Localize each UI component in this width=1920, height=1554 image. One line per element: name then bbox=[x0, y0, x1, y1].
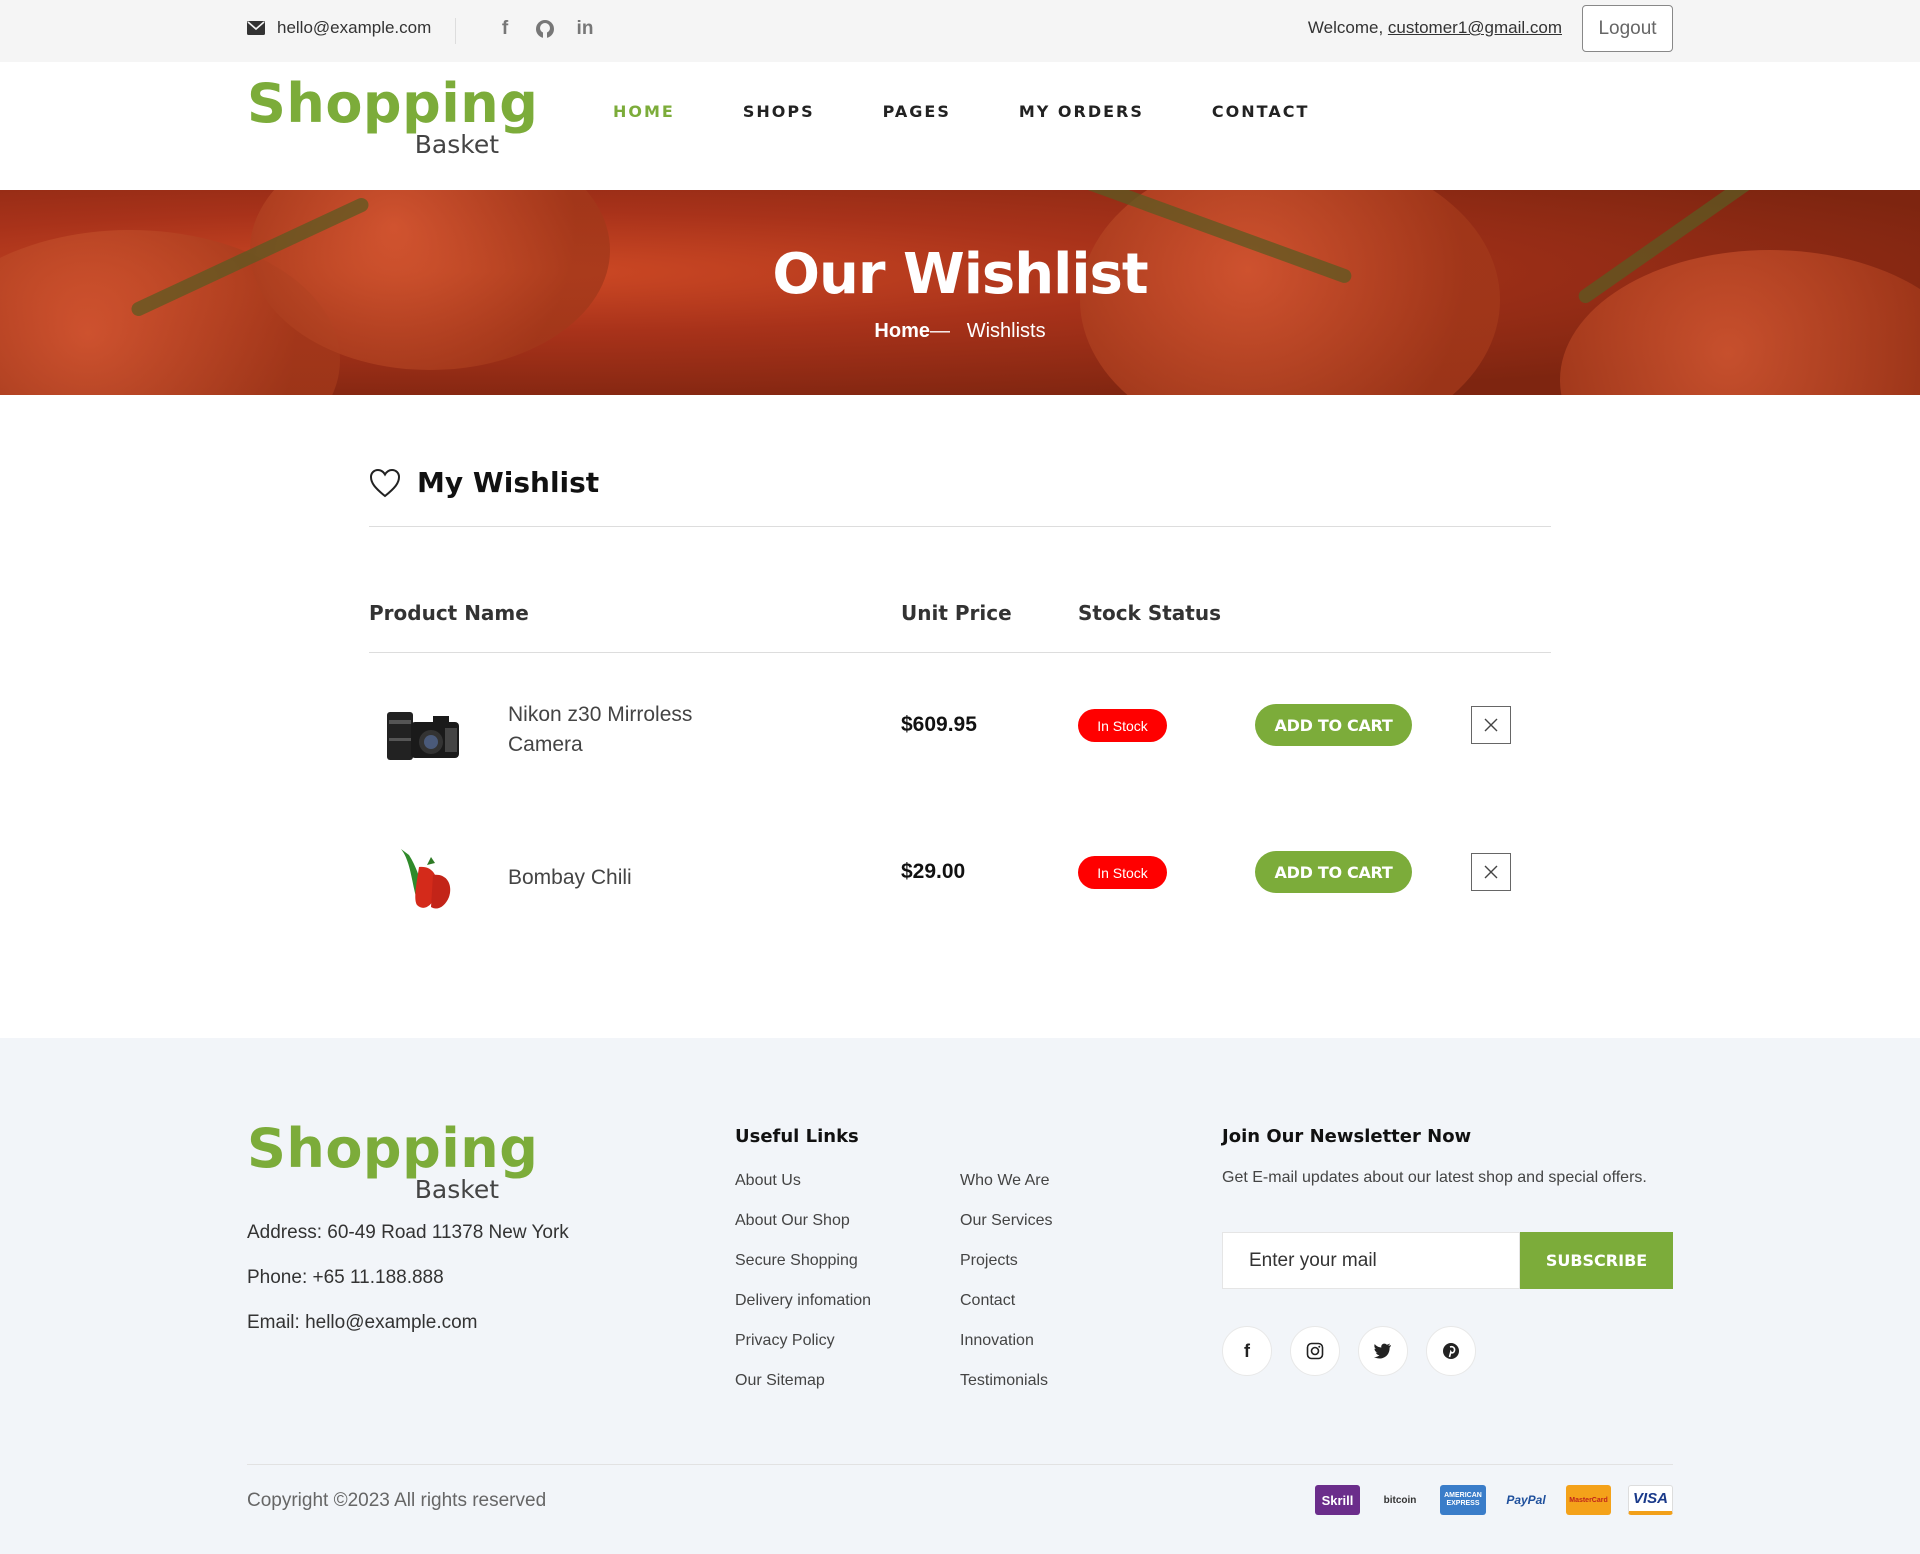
page-title: Our Wishlist bbox=[772, 242, 1148, 307]
product-image-camera[interactable] bbox=[379, 698, 479, 778]
footer-phone: Phone: +65 11.188.888 bbox=[247, 1267, 444, 1288]
remove-button[interactable] bbox=[1471, 706, 1511, 744]
footer-link[interactable]: Who We Are bbox=[960, 1172, 1050, 1190]
wishlist-row: Nikon z30 Mirroless Camera $609.95 In St… bbox=[369, 664, 1551, 784]
footer-divider bbox=[247, 1464, 1673, 1465]
amex-icon: AMERICAN EXPRESS bbox=[1440, 1485, 1486, 1515]
footer-link[interactable]: Innovation bbox=[960, 1332, 1034, 1350]
breadcrumb-home[interactable]: Home bbox=[874, 320, 930, 342]
footer: Shopping Basket Address: 60-49 Road 1137… bbox=[0, 1038, 1920, 1554]
newsletter-description: Get E-mail updates about our latest shop… bbox=[1222, 1169, 1647, 1186]
footer-logo-line1: Shopping bbox=[247, 1117, 539, 1180]
envelope-icon bbox=[247, 21, 265, 35]
remove-button[interactable] bbox=[1471, 853, 1511, 891]
welcome-prefix: Welcome, bbox=[1307, 18, 1388, 37]
nav-contact[interactable]: CONTACT bbox=[1212, 102, 1309, 121]
footer-link[interactable]: About Our Shop bbox=[735, 1212, 850, 1230]
brand-logo-line1: Shopping bbox=[247, 72, 539, 135]
wishlist-heading: My Wishlist bbox=[369, 466, 599, 499]
pinterest-icon[interactable] bbox=[1426, 1326, 1476, 1376]
col-header-stock: Stock Status bbox=[1078, 601, 1221, 625]
footer-link[interactable]: Testimonials bbox=[960, 1372, 1048, 1390]
instagram-icon[interactable] bbox=[1290, 1326, 1340, 1376]
page-banner: Our Wishlist Home— Wishlists bbox=[0, 190, 1920, 395]
footer-social: f bbox=[1222, 1326, 1476, 1376]
linkedin-icon[interactable]: in bbox=[574, 18, 596, 40]
product-image-chili[interactable] bbox=[379, 841, 479, 921]
twitter-icon[interactable] bbox=[1358, 1326, 1408, 1376]
stock-badge: In Stock bbox=[1078, 709, 1167, 742]
topbar-social: f in bbox=[494, 18, 596, 40]
nav-my-orders[interactable]: MY ORDERS bbox=[1019, 102, 1144, 121]
product-price: $609.95 bbox=[901, 713, 977, 736]
close-icon bbox=[1484, 718, 1498, 732]
paypal-icon: PayPal bbox=[1506, 1493, 1546, 1507]
product-name[interactable]: Nikon z30 Mirroless Camera bbox=[508, 700, 738, 760]
brand-logo-line2: Basket bbox=[414, 130, 499, 159]
main-nav: HOME SHOPS PAGES MY ORDERS CONTACT bbox=[613, 102, 1377, 121]
add-to-cart-button[interactable]: ADD TO CART bbox=[1255, 851, 1412, 893]
product-name[interactable]: Bombay Chili bbox=[508, 863, 738, 893]
copyright: Copyright ©2023 All rights reserved bbox=[247, 1490, 547, 1511]
heart-icon bbox=[369, 468, 401, 497]
useful-links-heading: Useful Links bbox=[735, 1126, 859, 1147]
footer-link[interactable]: Projects bbox=[960, 1252, 1018, 1270]
topbar-email[interactable]: hello@example.com bbox=[247, 18, 431, 38]
wishlist-title: My Wishlist bbox=[417, 466, 600, 499]
newsletter-heading: Join Our Newsletter Now bbox=[1222, 1126, 1472, 1147]
welcome-text: Welcome, customer1@gmail.com bbox=[1308, 18, 1562, 38]
user-email-link[interactable]: customer1@gmail.com bbox=[1388, 18, 1562, 37]
footer-link[interactable]: Privacy Policy bbox=[735, 1332, 835, 1350]
divider bbox=[369, 652, 1551, 653]
main-header: Shopping Basket HOME SHOPS PAGES MY ORDE… bbox=[0, 62, 1920, 190]
breadcrumb-separator: — bbox=[930, 320, 956, 342]
github-icon[interactable] bbox=[534, 18, 556, 40]
breadcrumb: Home— Wishlists bbox=[0, 320, 1920, 343]
footer-address: Address: 60-49 Road 11378 New York bbox=[247, 1222, 569, 1243]
brand-logo[interactable]: Shopping Basket bbox=[247, 72, 538, 162]
nav-pages[interactable]: PAGES bbox=[883, 102, 951, 121]
col-header-price: Unit Price bbox=[901, 601, 1012, 625]
stock-badge: In Stock bbox=[1078, 856, 1167, 889]
facebook-icon[interactable]: f bbox=[1222, 1326, 1272, 1376]
footer-logo[interactable]: Shopping Basket bbox=[247, 1117, 538, 1207]
product-price: $29.00 bbox=[901, 860, 966, 883]
footer-link[interactable]: About Us bbox=[735, 1172, 801, 1190]
newsletter-email-input[interactable]: Enter your mail bbox=[1222, 1232, 1520, 1289]
top-bar: hello@example.com f in Welcome, customer… bbox=[0, 0, 1920, 62]
footer-link[interactable]: Our Services bbox=[960, 1212, 1052, 1230]
col-header-product: Product Name bbox=[369, 601, 529, 625]
footer-link[interactable]: Contact bbox=[960, 1292, 1015, 1310]
footer-logo-line2: Basket bbox=[414, 1175, 499, 1204]
skrill-icon: Skrill bbox=[1315, 1485, 1360, 1515]
footer-link[interactable]: Our Sitemap bbox=[735, 1372, 825, 1390]
logout-button[interactable]: Logout bbox=[1582, 5, 1673, 52]
divider bbox=[369, 526, 1551, 527]
close-icon bbox=[1484, 865, 1498, 879]
facebook-icon[interactable]: f bbox=[494, 18, 516, 40]
footer-link[interactable]: Delivery infomation bbox=[735, 1292, 871, 1310]
footer-link[interactable]: Secure Shopping bbox=[735, 1252, 858, 1270]
add-to-cart-button[interactable]: ADD TO CART bbox=[1255, 704, 1412, 746]
bitcoin-icon: bitcoin bbox=[1383, 1494, 1417, 1506]
breadcrumb-current: Wishlists bbox=[966, 320, 1046, 342]
subscribe-button[interactable]: SUBSCRIBE bbox=[1520, 1232, 1673, 1289]
footer-email: Email: hello@example.com bbox=[247, 1312, 478, 1333]
visa-icon: VISA bbox=[1628, 1485, 1673, 1515]
nav-home[interactable]: HOME bbox=[613, 102, 675, 121]
mastercard-icon: MasterCard bbox=[1566, 1485, 1611, 1515]
topbar-email-text: hello@example.com bbox=[277, 18, 432, 37]
wishlist-row: Bombay Chili $29.00 In Stock ADD TO CART bbox=[369, 811, 1551, 931]
nav-shops[interactable]: SHOPS bbox=[743, 102, 815, 121]
topbar-divider bbox=[455, 18, 456, 44]
